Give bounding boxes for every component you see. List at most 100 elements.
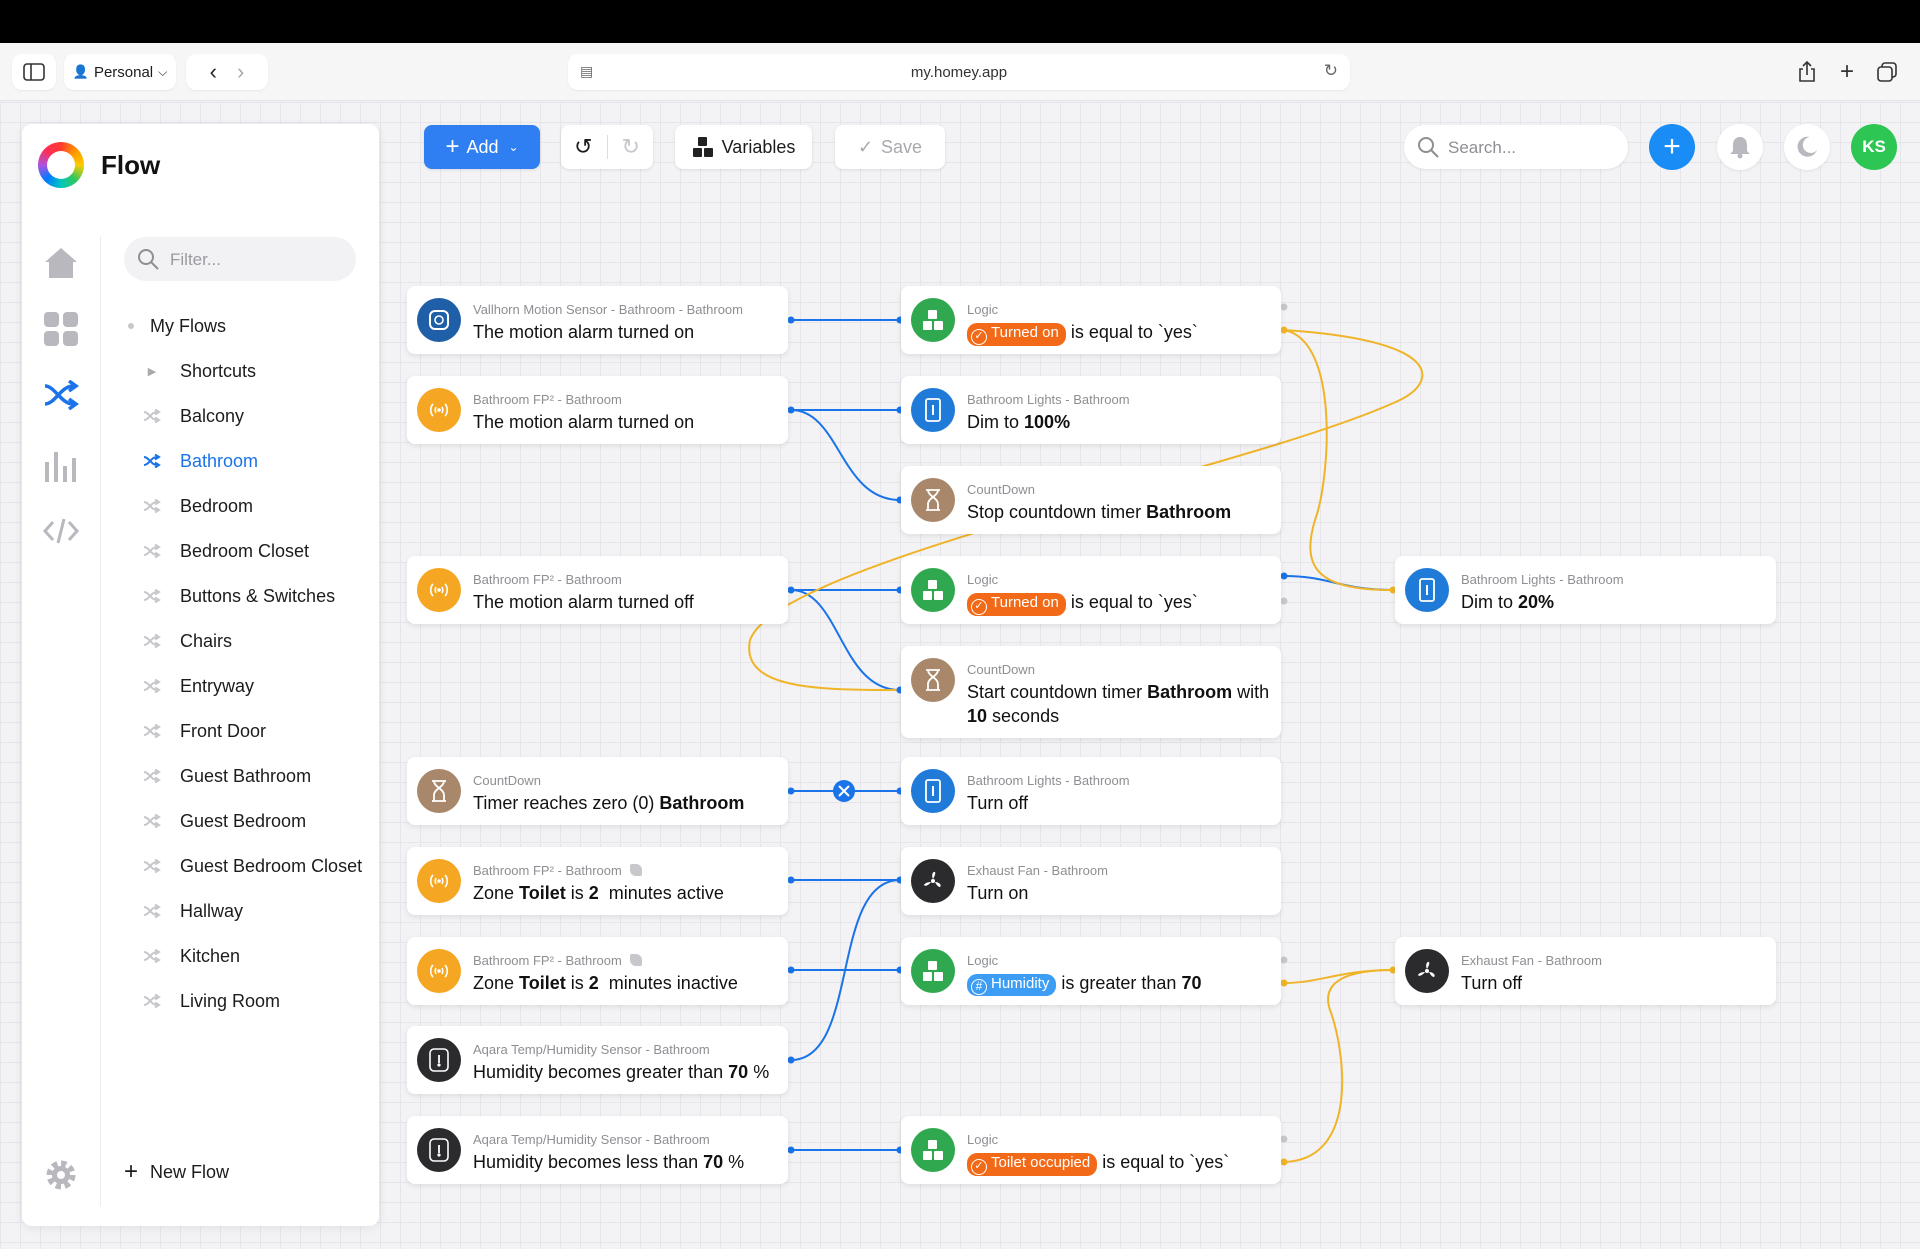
flow-card-c5[interactable]: Bathroom FP² - Bathroom Zone Toilet is 2 … (407, 847, 788, 915)
settings-gear-icon[interactable] (42, 1156, 80, 1194)
token-tag[interactable]: # Humidity (967, 974, 1057, 996)
sidebar-item-guest-bedroom-closet[interactable]: Guest Bedroom Closet (102, 846, 372, 886)
new-flow-label: New Flow (150, 1161, 230, 1182)
flow-card-m4[interactable]: Logic ✓ Turned on is equal to `yes` (901, 556, 1281, 624)
flow-card-c1[interactable]: Vallhorn Motion Sensor - Bathroom - Bath… (407, 286, 788, 354)
flow-card-m6[interactable]: Bathroom Lights - Bathroom Turn off (901, 757, 1281, 825)
flow-card-m8[interactable]: Logic # Humidity is greater than 70 (901, 937, 1281, 1005)
undo-icon[interactable]: ↺ (574, 134, 592, 160)
notifications-button[interactable] (1717, 124, 1763, 170)
developer-icon[interactable] (42, 512, 80, 550)
flow-card-c4[interactable]: CountDown Timer reaches zero (0) Bathroom (407, 757, 788, 825)
flow-card-m2[interactable]: Bathroom Lights - Bathroom Dim to 100% (901, 376, 1281, 444)
sidebar-item-kitchen[interactable]: Kitchen (102, 936, 372, 976)
bullet-icon (128, 323, 134, 329)
devices-icon[interactable] (42, 310, 80, 348)
history-nav: ‹ › (186, 54, 268, 90)
sidebar-item-living-room[interactable]: Living Room (102, 981, 372, 1021)
filter-input[interactable]: Filter... (124, 237, 356, 281)
logic-icon (911, 298, 955, 342)
sidebar-item-label: Bedroom Closet (180, 540, 310, 561)
card-bold-text: 10 (967, 706, 988, 726)
flow-card-c6[interactable]: Bathroom FP² - Bathroom Zone Toilet is 2 … (407, 937, 788, 1005)
search-input[interactable]: Search... (1404, 125, 1628, 169)
profile-button[interactable]: 👤 Personal ⌵ (64, 54, 176, 90)
flow-card-m7[interactable]: Exhaust Fan - Bathroom Turn on (901, 847, 1281, 915)
share-icon[interactable] (1792, 54, 1822, 90)
sidebar-item-chairs[interactable]: Chairs (102, 621, 372, 661)
variables-button[interactable]: Variables (675, 125, 812, 169)
flow-card-m3[interactable]: CountDown Stop countdown timer Bathroom (901, 466, 1281, 534)
avatar-initials: KS (1862, 137, 1886, 156)
insights-icon[interactable] (42, 446, 80, 484)
avatar[interactable]: KS (1851, 124, 1897, 170)
home-icon[interactable] (42, 244, 80, 282)
card-device-label: Logic (967, 302, 998, 317)
bell-icon (1730, 137, 1750, 159)
sidebar-item-hallway[interactable]: Hallway (102, 891, 372, 931)
new-flow-button[interactable]: + New Flow (124, 1160, 229, 1184)
token-tag[interactable]: ✓ Turned on (967, 323, 1066, 346)
card-device-label: CountDown (967, 662, 1035, 677)
flow-card-m9[interactable]: Logic ✓ Toilet occupied is equal to `yes` (901, 1116, 1281, 1184)
sidebar-item-shortcuts[interactable]: ▶ Shortcuts (102, 351, 372, 391)
flow-icon[interactable] (42, 376, 80, 414)
sidebar-panel: Flow Filter... My Flows ▶ Shortcuts Balc… (22, 124, 379, 1226)
card-device-label: Logic (967, 572, 998, 587)
token-tag[interactable]: ✓ Toilet occupied (967, 1153, 1098, 1176)
dark-mode-button[interactable] (1784, 124, 1830, 170)
card-text: is equal to `yes` (1070, 322, 1198, 342)
flow-icon (140, 904, 164, 918)
flow-card-c2[interactable]: Bathroom FP² - Bathroom The motion alarm … (407, 376, 788, 444)
add-button[interactable]: + Add ⌄ (424, 125, 540, 169)
card-action: Start countdown timer Bathroom with 10 se… (967, 680, 1269, 728)
forward-button[interactable]: › (237, 59, 244, 85)
undo-redo-group: ↺ ↻ (561, 125, 653, 169)
token-tag[interactable]: ✓ Turned on (967, 593, 1066, 616)
flow-icon (140, 454, 164, 468)
card-text: Humidity becomes less than (473, 1152, 699, 1172)
card-action: Turn off (967, 793, 1028, 814)
sidebar-item-balcony[interactable]: Balcony (102, 396, 372, 436)
chevron-down-icon: ⌄ (508, 140, 519, 154)
card-bold-text: 70 (1181, 973, 1202, 993)
sidebar-item-bedroom-closet[interactable]: Bedroom Closet (102, 531, 372, 571)
new-tab-icon[interactable]: + (1832, 54, 1862, 90)
flow-card-m1[interactable]: Logic ✓ Turned on is equal to `yes` (901, 286, 1281, 354)
sidebar-item-bathroom[interactable]: Bathroom (102, 441, 372, 481)
light-switch-icon (1405, 568, 1449, 612)
flow-card-c7[interactable]: Aqara Temp/Humidity Sensor - Bathroom Hum… (407, 1026, 788, 1094)
hourglass-icon (417, 769, 461, 813)
sidebar-item-my-flows[interactable]: My Flows (102, 306, 372, 346)
card-subtitle: Logic (967, 953, 999, 968)
presence-sensor-icon (417, 388, 461, 432)
card-action: ✓ Toilet occupied is equal to `yes` (967, 1152, 1229, 1176)
flow-icon (140, 499, 164, 513)
create-button[interactable]: + (1649, 124, 1695, 170)
tag-icon (629, 954, 642, 966)
flow-card-r2[interactable]: Exhaust Fan - Bathroom Turn off (1395, 937, 1776, 1005)
card-text: % (753, 1062, 770, 1082)
back-button[interactable]: ‹ (210, 59, 217, 85)
save-button[interactable]: ✓ Save (835, 125, 945, 169)
sidebar-item-bedroom[interactable]: Bedroom (102, 486, 372, 526)
sidebar-item-front-door[interactable]: Front Door (102, 711, 372, 751)
address-bar[interactable]: ▤ my.homey.app ↻ (568, 54, 1350, 90)
tab-overview-icon[interactable] (1872, 54, 1902, 90)
sidebar-item-buttons-switches[interactable]: Buttons & Switches (102, 576, 372, 616)
reload-icon[interactable]: ↻ (1324, 61, 1338, 81)
flow-card-r1[interactable]: Bathroom Lights - Bathroom Dim to 20% (1395, 556, 1776, 624)
card-bold-text: 70 (703, 1152, 724, 1172)
sidebar-item-entryway[interactable]: Entryway (102, 666, 372, 706)
flow-card-m5[interactable]: CountDown Start countdown timer Bathroom … (901, 646, 1281, 738)
search-placeholder: Search... (1448, 138, 1517, 157)
card-text: is equal to `yes` (1070, 592, 1198, 612)
sidebar-item-guest-bathroom[interactable]: Guest Bathroom (102, 756, 372, 796)
card-subtitle: CountDown (967, 662, 1035, 677)
variables-label: Variables (721, 136, 796, 157)
flow-card-c3[interactable]: Bathroom FP² - Bathroom The motion alarm … (407, 556, 788, 624)
sidebar-item-guest-bedroom[interactable]: Guest Bedroom (102, 801, 372, 841)
flow-card-c8[interactable]: Aqara Temp/Humidity Sensor - Bathroom Hum… (407, 1116, 788, 1184)
sidebar-toggle-button[interactable] (12, 54, 56, 90)
redo-icon[interactable]: ↻ (622, 134, 640, 160)
